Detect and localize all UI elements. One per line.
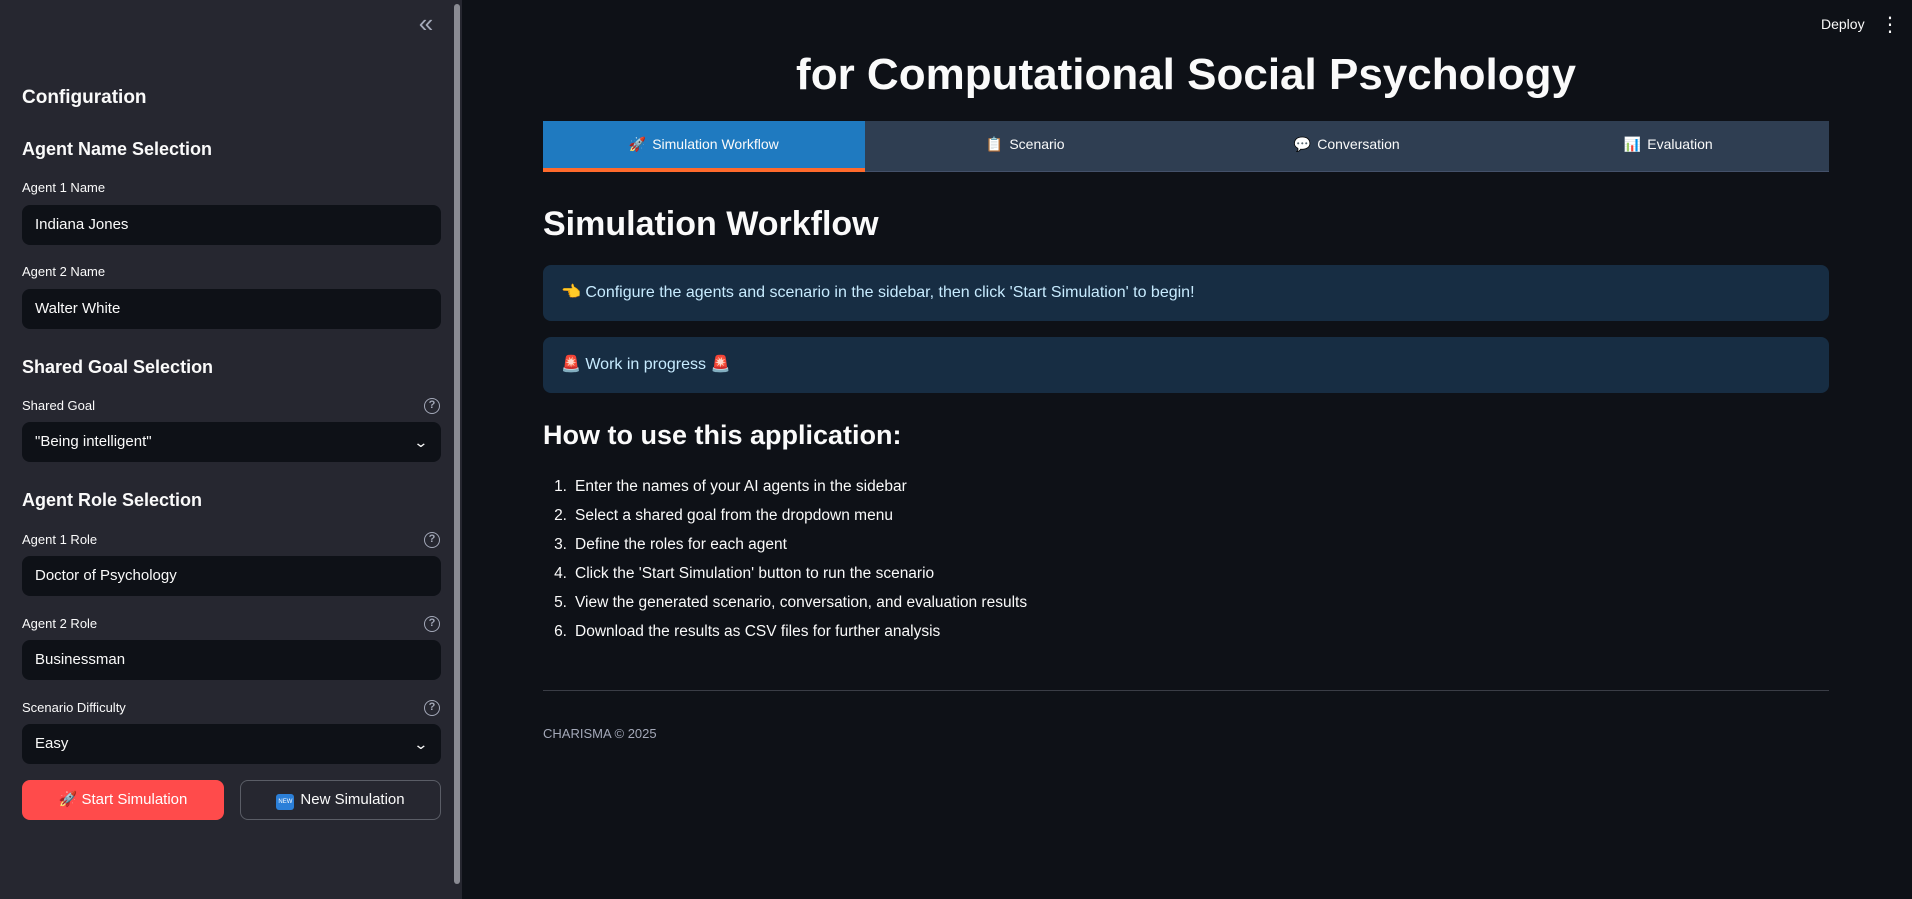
difficulty-value: Easy: [35, 735, 69, 752]
agent-name-section-heading: Agent Name Selection: [22, 139, 213, 159]
info-alert: 👈 Configure the agents and scenario in t…: [543, 265, 1829, 321]
start-simulation-button[interactable]: 🚀 Start Simulation: [22, 780, 224, 820]
rocket-icon: 🚀: [628, 136, 647, 152]
chevron-down-icon: ⌄: [413, 736, 429, 752]
clipboard-icon: 📋: [985, 136, 1004, 152]
divider: [543, 690, 1829, 691]
list-item: 2. Select a shared goal from the dropdown…: [554, 507, 893, 524]
tab-label: Scenario: [1009, 136, 1065, 152]
help-icon[interactable]: ?: [424, 616, 440, 632]
main-menu-icon[interactable]: ⋮: [1880, 12, 1900, 38]
sidebar-heading: Configuration: [22, 87, 147, 108]
list-item: 5. View the generated scenario, conversat…: [554, 594, 1028, 611]
sidebar-scrollbar[interactable]: [452, 0, 462, 899]
help-icon[interactable]: ?: [424, 532, 440, 548]
list-item: 1. Enter the names of your AI agents in t…: [554, 478, 907, 495]
collapse-sidebar-icon[interactable]: «: [412, 10, 440, 38]
list-item: 3. Define the roles for each agent: [554, 536, 787, 553]
list-item: 6. Download the results as CSV files for …: [554, 623, 941, 640]
tab-conversation[interactable]: 💬 Conversation: [1186, 121, 1508, 172]
new-simulation-button[interactable]: NEW New Simulation: [240, 780, 441, 820]
page-title: for Computational Social Psychology: [796, 50, 1576, 99]
tab-evaluation[interactable]: 📊 Evaluation: [1507, 121, 1829, 172]
deploy-button[interactable]: Deploy: [1821, 16, 1865, 32]
difficulty-select[interactable]: Easy ⌄: [22, 724, 441, 764]
bar-chart-icon: 📊: [1623, 136, 1642, 152]
tab-scenario[interactable]: 📋 Scenario: [864, 121, 1186, 172]
help-icon[interactable]: ?: [424, 398, 440, 414]
chevron-down-icon: ⌄: [413, 434, 429, 450]
start-simulation-label: Start Simulation: [81, 791, 188, 808]
tab-simulation-workflow[interactable]: 🚀 Simulation Workflow: [543, 121, 865, 172]
howto-title: How to use this application:: [543, 420, 902, 450]
shared-goal-label: Shared Goal: [22, 398, 95, 413]
shared-goal-value: "Being intelligent": [35, 433, 152, 450]
tab-label: Simulation Workflow: [652, 136, 779, 152]
wip-alert: 🚨 Work in progress 🚨: [543, 337, 1829, 393]
agent1-name-input[interactable]: Indiana Jones: [22, 205, 441, 245]
footer-text: CHARISMA © 2025: [543, 726, 657, 741]
tab-bar: 🚀 Simulation Workflow 📋 Scenario 💬 Conversa…: [543, 121, 1829, 172]
agent2-role-label: Agent 2 Role: [22, 616, 98, 631]
howto-steps-list: 1. Enter the names of your AI agents in t…: [543, 472, 1027, 646]
speech-bubble-icon: 💬: [1293, 136, 1312, 152]
app-root: « Configuration Agent Name Selection Age…: [0, 0, 1912, 899]
tab-label: Conversation: [1317, 136, 1400, 152]
new-icon: NEW: [276, 794, 295, 810]
shared-goal-section-heading: Shared Goal Selection: [22, 357, 214, 377]
agent2-name-label: Agent 2 Name: [22, 264, 106, 279]
rocket-icon: 🚀: [58, 791, 78, 808]
difficulty-label: Scenario Difficulty: [22, 700, 126, 715]
new-simulation-label: New Simulation: [300, 791, 405, 808]
help-icon[interactable]: ?: [424, 700, 440, 716]
agent2-name-input[interactable]: Walter White: [22, 289, 441, 329]
scrollbar-thumb[interactable]: [454, 4, 460, 884]
section-title: Simulation Workflow: [543, 205, 879, 243]
agent-role-section-heading: Agent Role Selection: [22, 490, 203, 510]
list-item: 4. Click the 'Start Simulation' button to…: [554, 565, 935, 582]
agent1-role-input[interactable]: Doctor of Psychology: [22, 556, 441, 596]
tab-label: Evaluation: [1647, 136, 1713, 152]
shared-goal-select[interactable]: "Being intelligent" ⌄: [22, 422, 441, 462]
agent2-role-input[interactable]: Businessman: [22, 640, 441, 680]
agent1-role-label: Agent 1 Role: [22, 532, 98, 547]
sidebar: « Configuration Agent Name Selection Age…: [0, 0, 452, 899]
agent1-name-label: Agent 1 Name: [22, 180, 106, 195]
